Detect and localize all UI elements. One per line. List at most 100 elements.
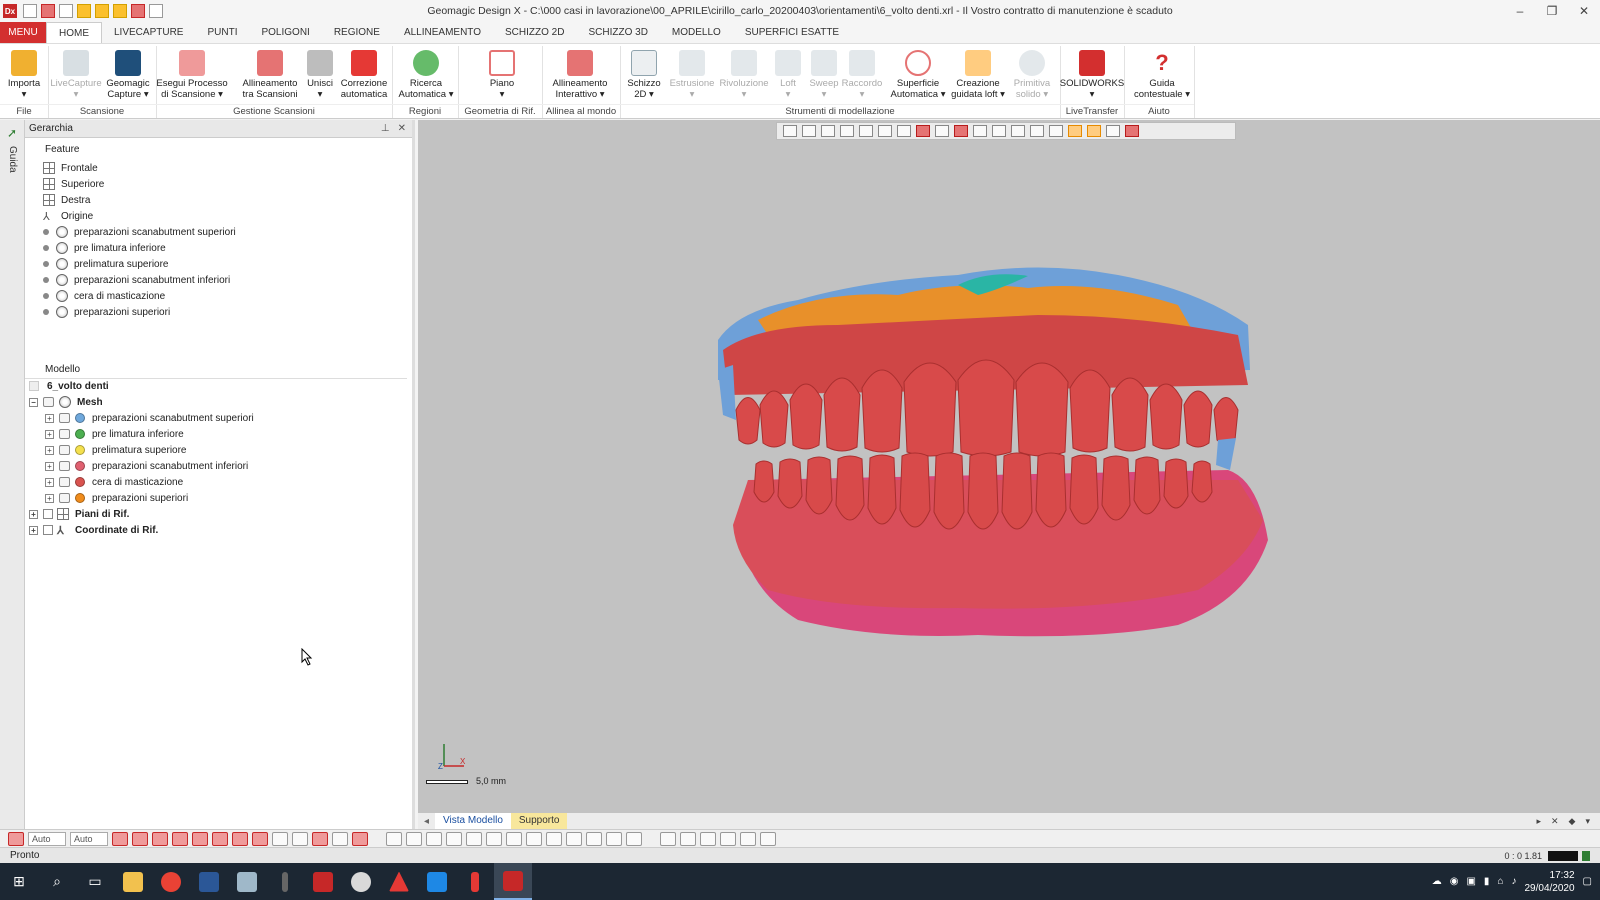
- design-x-icon[interactable]: [304, 863, 342, 900]
- import-button[interactable]: Importa ▾: [2, 48, 46, 106]
- save-icon[interactable]: [59, 4, 73, 18]
- new-file-icon[interactable]: [23, 4, 37, 18]
- tab-schizzo-2d[interactable]: SCHIZZO 2D: [493, 22, 576, 43]
- filter-icon[interactable]: [192, 831, 208, 846]
- solidworks-button[interactable]: SOLIDWORKS ▾: [1060, 48, 1124, 106]
- tab-poligoni[interactable]: POLIGONI: [249, 22, 321, 43]
- app-icon[interactable]: [266, 863, 304, 900]
- feature-mesh-item[interactable]: preparazioni superiori: [43, 304, 170, 320]
- measure-icon[interactable]: [660, 831, 676, 846]
- filter-icon[interactable]: [132, 831, 148, 846]
- pin-icon[interactable]: ⊥: [381, 123, 390, 134]
- sketch-2d-button[interactable]: Schizzo 2D ▾: [622, 48, 666, 106]
- feature-item[interactable]: Superiore: [43, 176, 104, 192]
- scan-process-button[interactable]: Esegui Processo di Scansione ▾: [156, 48, 228, 106]
- restore-button[interactable]: ❐: [1536, 0, 1568, 22]
- visibility-icon[interactable]: [59, 413, 70, 423]
- feature-item[interactable]: Frontale: [43, 160, 98, 176]
- tool-icon[interactable]: [546, 831, 562, 846]
- filter-icon[interactable]: [252, 831, 268, 846]
- feature-mesh-item[interactable]: preparazioni scanabutment inferiori: [43, 272, 230, 288]
- feature-mesh-item[interactable]: preparazioni scanabutment superiori: [43, 224, 236, 240]
- tab-supporto[interactable]: Supporto: [510, 813, 568, 829]
- word-icon[interactable]: [190, 863, 228, 900]
- close-window-button[interactable]: ✕: [1568, 0, 1600, 22]
- tab-schizzo-3d[interactable]: SCHIZZO 3D: [576, 22, 659, 43]
- filter-icon[interactable]: [332, 831, 348, 846]
- mesh-item[interactable]: + pre limatura inferiore: [45, 426, 184, 442]
- measure-icon[interactable]: [680, 831, 696, 846]
- tab-superfici-esatte[interactable]: SUPERFICI ESATTE: [733, 22, 851, 43]
- tool-icon[interactable]: [406, 831, 422, 846]
- undo-icon[interactable]: [131, 4, 145, 18]
- livecapture-button[interactable]: LiveCapture ▾: [50, 48, 102, 106]
- minimize-button[interactable]: –: [1504, 0, 1536, 22]
- filter-icon[interactable]: [112, 831, 128, 846]
- filter-icon[interactable]: [172, 831, 188, 846]
- plane-button[interactable]: Piano ▾: [480, 48, 524, 106]
- tool-icon[interactable]: [446, 831, 462, 846]
- filter-icon[interactable]: [232, 831, 248, 846]
- filter-icon[interactable]: [212, 831, 228, 846]
- app-icon[interactable]: [342, 863, 380, 900]
- notifications-icon[interactable]: ▢: [1583, 876, 1592, 887]
- tool-icon[interactable]: [566, 831, 582, 846]
- ref-planes-item[interactable]: + Piani di Rif.: [29, 506, 129, 522]
- collapse-icon[interactable]: −: [29, 397, 38, 407]
- extrusion-button[interactable]: Estrusione ▾: [670, 48, 714, 106]
- expand-icon[interactable]: +: [45, 493, 54, 503]
- network-icon[interactable]: ⌂: [1497, 876, 1503, 887]
- clock[interactable]: 17:32 29/04/2020: [1524, 869, 1574, 895]
- app-icon[interactable]: [380, 863, 418, 900]
- mesh-item[interactable]: + prelimatura superiore: [45, 442, 187, 458]
- visibility-checkbox[interactable]: [43, 525, 53, 535]
- app-logo-icon[interactable]: Dx: [3, 4, 17, 18]
- visibility-icon[interactable]: [59, 477, 70, 487]
- expand-icon[interactable]: +: [45, 477, 54, 487]
- guide-tab[interactable]: Guida: [7, 146, 18, 173]
- guide-icon[interactable]: ➚: [7, 126, 18, 140]
- measure-icon[interactable]: [720, 831, 736, 846]
- tab-home[interactable]: HOME: [46, 22, 102, 43]
- tool-icon[interactable]: [606, 831, 622, 846]
- contextual-help-button[interactable]: ? Guida contestuale ▾: [1134, 48, 1190, 106]
- feature-mesh-item[interactable]: prelimatura superiore: [43, 256, 169, 272]
- loft-wizard-button[interactable]: Creazione guidata loft ▾: [951, 48, 1005, 106]
- cloud-icon[interactable]: ☁: [1432, 876, 1442, 887]
- tool-icon[interactable]: [386, 831, 402, 846]
- auto-surface-button[interactable]: Superficie Automatica ▾: [891, 48, 945, 106]
- expand-icon[interactable]: +: [45, 413, 54, 423]
- tab-menu[interactable]: MENU: [0, 22, 46, 43]
- feature-item[interactable]: ⅄ Origine: [43, 208, 93, 224]
- geomagic-capture-button[interactable]: Geomagic Capture ▾: [106, 48, 150, 106]
- next-view-icon[interactable]: ▸: [1536, 816, 1541, 827]
- mesh-item[interactable]: + preparazioni scanabutment inferiori: [45, 458, 248, 474]
- auto-search-button[interactable]: Ricerca Automatica ▾: [399, 48, 453, 106]
- redo-icon[interactable]: [149, 4, 163, 18]
- tab-livecapture[interactable]: LIVECAPTURE: [102, 22, 195, 43]
- solid-primitive-button[interactable]: Primitiva solido ▾: [1010, 48, 1054, 106]
- tool-icon[interactable]: [506, 831, 522, 846]
- visibility-icon[interactable]: [59, 429, 70, 439]
- design-x-active-icon[interactable]: [494, 863, 532, 900]
- merge-button[interactable]: Unisci ▾: [298, 48, 342, 106]
- chrome-icon[interactable]: [152, 863, 190, 900]
- dental-model[interactable]: [418, 120, 1600, 813]
- tray-icon[interactable]: ▮: [1484, 876, 1490, 887]
- mesh-item[interactable]: + preparazioni superiori: [45, 490, 188, 506]
- tool-icon[interactable]: [466, 831, 482, 846]
- auto-correction-button[interactable]: Correzione automatica: [341, 48, 387, 106]
- visibility-icon[interactable]: [59, 493, 70, 503]
- 3d-viewport[interactable]: X Z 5,0 mm: [418, 120, 1600, 813]
- measure-icon[interactable]: [740, 831, 756, 846]
- task-view-icon[interactable]: ▭: [76, 863, 114, 900]
- tray-icon[interactable]: ▣: [1466, 876, 1475, 887]
- tab-vista-modello[interactable]: Vista Modello: [435, 813, 511, 829]
- tab-punti[interactable]: PUNTI: [195, 22, 249, 43]
- tool-icon[interactable]: [486, 831, 502, 846]
- filter-icon[interactable]: [312, 831, 328, 846]
- expand-icon[interactable]: +: [29, 509, 38, 519]
- ref-coords-item[interactable]: + ⅄ Coordinate di Rif.: [29, 522, 158, 538]
- tab-modello[interactable]: MODELLO: [660, 22, 733, 43]
- measure-icon[interactable]: [760, 831, 776, 846]
